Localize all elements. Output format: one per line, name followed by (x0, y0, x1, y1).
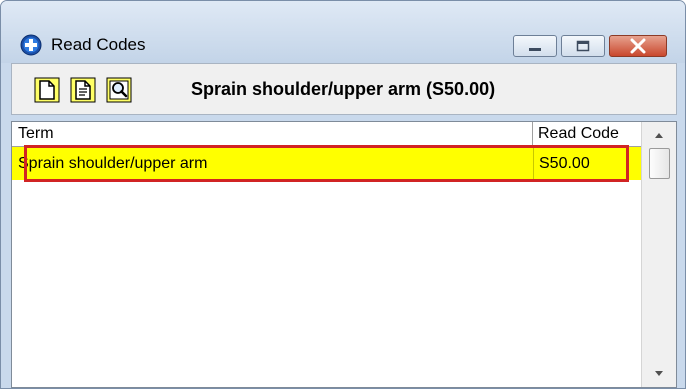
minimize-icon (529, 48, 541, 51)
title-bar[interactable]: Read Codes (1, 1, 685, 63)
scrollbar-thumb[interactable] (649, 148, 670, 179)
read-codes-window: Read Codes Sprain shoulder/upper arm (S5… (0, 0, 686, 389)
vertical-scrollbar[interactable] (641, 122, 676, 387)
maximize-button[interactable] (561, 35, 605, 57)
column-header-term[interactable]: Term (12, 122, 533, 146)
document-details-icon[interactable] (70, 77, 96, 103)
column-header-read-code[interactable]: Read Code (533, 122, 641, 146)
scroll-up-button[interactable] (642, 124, 676, 146)
window-title: Read Codes (51, 35, 146, 54)
close-button[interactable] (609, 35, 667, 57)
arrow-up-icon (655, 133, 663, 138)
blue-circle-plus-icon (20, 34, 42, 56)
arrow-down-icon (655, 371, 663, 376)
new-document-icon[interactable] (34, 77, 60, 103)
maximize-icon (576, 40, 590, 52)
scroll-down-button[interactable] (642, 363, 676, 385)
read-codes-grid[interactable]: Term Read Code Sprain shoulder/upper arm… (11, 121, 677, 388)
annotation-highlight-box (24, 145, 629, 182)
toolbar: Sprain shoulder/upper arm (S50.00) (11, 63, 677, 115)
selected-code-title: Sprain shoulder/upper arm (S50.00) (191, 79, 496, 99)
magnifier-search-icon[interactable] (106, 77, 132, 103)
close-icon (630, 38, 646, 54)
minimize-button[interactable] (513, 35, 557, 57)
